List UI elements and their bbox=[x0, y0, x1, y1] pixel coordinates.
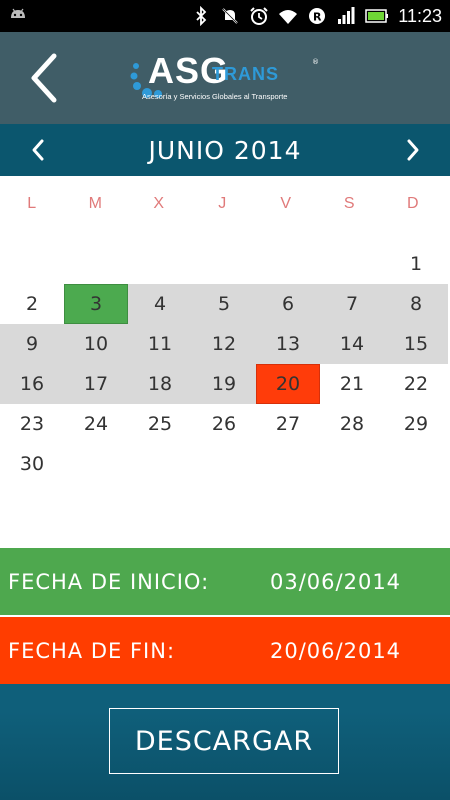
previous-month-chevron-icon[interactable] bbox=[27, 138, 51, 162]
calendar-day[interactable]: 21 bbox=[320, 364, 384, 404]
weekday-label: V bbox=[280, 195, 292, 212]
calendar-day-in-range[interactable]: 14 bbox=[320, 324, 384, 364]
calendar-empty-cell bbox=[256, 444, 320, 484]
calendar-day-start-selected[interactable]: 3 bbox=[64, 284, 128, 324]
end-date-value: 20/06/2014 bbox=[270, 638, 402, 663]
logo-tagline: Asesoría y Servicios Globales al Transpo… bbox=[142, 92, 288, 101]
calendar-day[interactable]: 22 bbox=[384, 364, 448, 404]
calendar-week: 1 bbox=[0, 244, 450, 284]
download-button[interactable]: DESCARGAR bbox=[109, 708, 339, 774]
mute-icon bbox=[222, 8, 238, 24]
calendar-day-in-range[interactable]: 4 bbox=[128, 284, 192, 324]
calendar-day-in-range[interactable]: 15 bbox=[384, 324, 448, 364]
calendar-day-in-range[interactable]: 13 bbox=[256, 324, 320, 364]
calendar-day-in-range[interactable]: 6 bbox=[256, 284, 320, 324]
calendar-day-in-range[interactable]: 16 bbox=[0, 364, 64, 404]
logo-suffix: TRANS bbox=[212, 64, 279, 84]
weekday-label: S bbox=[343, 195, 355, 212]
status-time: 11:23 bbox=[398, 5, 442, 26]
calendar-day-in-range[interactable]: 12 bbox=[192, 324, 256, 364]
calendar-day[interactable]: 25 bbox=[128, 404, 192, 444]
calendar-empty-cell bbox=[256, 244, 320, 284]
calendar-day-in-range[interactable]: 8 bbox=[384, 284, 448, 324]
calendar-empty-cell bbox=[192, 444, 256, 484]
calendar-day[interactable]: 26 bbox=[192, 404, 256, 444]
weekday-label: L bbox=[27, 195, 37, 212]
status-bar: R 11:23 bbox=[0, 0, 450, 32]
calendar-empty-cell bbox=[192, 244, 256, 284]
calendar-day-in-range[interactable]: 7 bbox=[320, 284, 384, 324]
end-date-label: FECHA DE FIN: bbox=[8, 638, 176, 663]
weekday-label: M bbox=[88, 195, 102, 212]
calendar-empty-cell bbox=[0, 244, 64, 284]
weekday-label: D bbox=[406, 195, 419, 212]
calendar-day[interactable]: 24 bbox=[64, 404, 128, 444]
calendar-empty-cell bbox=[320, 444, 384, 484]
calendar-empty-cell bbox=[64, 244, 128, 284]
calendar-week: 23 24 25 26 27 28 29 bbox=[0, 404, 450, 444]
calendar-grid: 1 2 3 4 5 6 7 8 9 10 11 12 13 14 15 16 1… bbox=[0, 244, 450, 484]
wifi-icon bbox=[279, 10, 298, 24]
weekday-header: L M X J V S D bbox=[0, 195, 450, 225]
start-date-label: FECHA DE INICIO: bbox=[8, 569, 210, 594]
calendar-day-in-range[interactable]: 10 bbox=[64, 324, 128, 364]
calendar-day[interactable]: 27 bbox=[256, 404, 320, 444]
calendar-week: 30 bbox=[0, 444, 450, 484]
calendar-empty-cell bbox=[320, 244, 384, 284]
calendar-week: 16 17 18 19 20 21 22 bbox=[0, 364, 450, 404]
calendar-day[interactable]: 1 bbox=[384, 244, 448, 284]
month-navigation: JUNIO 2014 bbox=[0, 124, 450, 176]
calendar-day-in-range[interactable]: 11 bbox=[128, 324, 192, 364]
calendar-day-in-range[interactable]: 17 bbox=[64, 364, 128, 404]
svg-text:R: R bbox=[313, 11, 322, 24]
start-date-row[interactable]: FECHA DE INICIO: 03/06/2014 bbox=[0, 548, 450, 615]
calendar-day[interactable]: 2 bbox=[0, 284, 64, 324]
bluetooth-icon bbox=[196, 6, 207, 26]
alarm-icon bbox=[250, 7, 268, 25]
calendar-day-in-range[interactable]: 9 bbox=[0, 324, 64, 364]
android-icon bbox=[11, 8, 25, 18]
roaming-icon: R bbox=[309, 8, 326, 24]
calendar-week: 2 3 4 5 6 7 8 bbox=[0, 284, 450, 324]
logo-registered-mark: ® bbox=[312, 58, 319, 66]
month-title: JUNIO 2014 bbox=[148, 135, 302, 165]
calendar-day[interactable]: 29 bbox=[384, 404, 448, 444]
back-arrow-icon[interactable] bbox=[22, 50, 72, 106]
calendar-empty-cell bbox=[384, 444, 448, 484]
calendar-day-in-range[interactable]: 19 bbox=[192, 364, 256, 404]
calendar-week: 9 10 11 12 13 14 15 bbox=[0, 324, 450, 364]
calendar-day-in-range[interactable]: 18 bbox=[128, 364, 192, 404]
weekday-label: J bbox=[218, 195, 227, 212]
calendar-day-end-selected[interactable]: 20 bbox=[256, 364, 320, 404]
calendar-empty-cell bbox=[128, 244, 192, 284]
calendar-day[interactable]: 23 bbox=[0, 404, 64, 444]
calendar-day[interactable]: 28 bbox=[320, 404, 384, 444]
end-date-row[interactable]: FECHA DE FIN: 20/06/2014 bbox=[0, 617, 450, 684]
footer: DESCARGAR bbox=[0, 684, 450, 800]
calendar-empty-cell bbox=[128, 444, 192, 484]
start-date-value: 03/06/2014 bbox=[270, 569, 402, 594]
asg-trans-logo: ASG TRANS ® Asesoría y Servicios Globale… bbox=[128, 50, 328, 110]
calendar-day-in-range[interactable]: 5 bbox=[192, 284, 256, 324]
signal-icon bbox=[338, 7, 355, 24]
calendar-day[interactable]: 30 bbox=[0, 444, 64, 484]
battery-icon bbox=[365, 9, 389, 23]
calendar-empty-cell bbox=[64, 444, 128, 484]
app-header: ASG TRANS ® Asesoría y Servicios Globale… bbox=[0, 32, 450, 124]
weekday-label: X bbox=[153, 195, 165, 212]
next-month-chevron-icon[interactable] bbox=[400, 138, 424, 162]
